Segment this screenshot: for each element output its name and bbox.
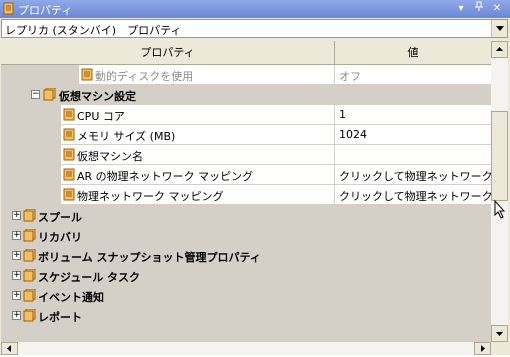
property-icon: [63, 148, 75, 161]
property-value[interactable]: クリックして物理ネットワーク マッピ: [335, 185, 491, 205]
panel-titlebar: プロパティ ▾ ✕: [0, 0, 510, 18]
expand-icon[interactable]: +: [12, 271, 21, 280]
property-grid: プロパティ 値 動的ディスクを使用 オフ − 仮想マシン設定 CPU コア 1: [1, 41, 491, 342]
value-text: 1: [339, 108, 346, 121]
vertical-scrollbar[interactable]: [491, 41, 508, 342]
property-value[interactable]: クリックして物理ネットワーク マッピ: [335, 165, 491, 185]
horizontal-scrollbar[interactable]: [1, 342, 491, 355]
properties-panel: プロパティ ▾ ✕ レプリカ (スタンバイ) プロパティ プロパティ 値 動的デ…: [0, 0, 510, 355]
dropdown-menu-button[interactable]: ▾: [454, 1, 468, 16]
property-row-memory-size[interactable]: メモリ サイズ (MB) 1024: [1, 125, 491, 145]
close-icon[interactable]: ✕: [490, 1, 504, 16]
property-row-network-mapping[interactable]: 物理ネットワーク マッピング クリックして物理ネットワーク マッピ: [1, 185, 491, 205]
property-row-cpu-core[interactable]: CPU コア 1: [1, 105, 491, 125]
expand-icon[interactable]: +: [12, 311, 21, 320]
property-cell: 仮想マシン名: [1, 145, 335, 165]
category-icon: [23, 229, 36, 242]
scroll-down-button[interactable]: [491, 325, 508, 342]
property-value[interactable]: 1: [335, 105, 491, 125]
group-label: レポート: [38, 311, 82, 324]
row-margin: [1, 65, 79, 85]
expand-icon[interactable]: +: [12, 251, 21, 260]
group-label: スケジュール タスク: [38, 271, 141, 284]
group-row-volume-snapshot[interactable]: + ボリューム スナップショット管理プロパティ: [1, 246, 491, 266]
scroll-right-button[interactable]: [474, 342, 491, 355]
property-value[interactable]: 1024: [335, 125, 491, 145]
category-icon: [23, 289, 36, 302]
category-icon: [23, 249, 36, 262]
property-icon: [81, 68, 93, 81]
expand-icon[interactable]: +: [12, 231, 21, 240]
category-icon: [23, 269, 36, 282]
property-label: 仮想マシン名: [77, 150, 143, 163]
row-margin: [1, 185, 61, 205]
panel-title: プロパティ: [18, 4, 73, 17]
group-row-report[interactable]: + レポート: [1, 306, 491, 326]
collapse-icon[interactable]: −: [31, 90, 40, 99]
group-row-scheduled-task[interactable]: + スケジュール タスク: [1, 266, 491, 286]
property-row-vm-name[interactable]: 仮想マシン名: [1, 145, 491, 165]
property-value[interactable]: [335, 145, 491, 165]
scrollbar-corner: [491, 342, 508, 355]
property-icon: [63, 108, 75, 121]
row-margin: [1, 165, 61, 185]
group-label: イベント通知: [38, 291, 104, 304]
chevron-down-icon[interactable]: [491, 20, 507, 37]
group-row-event-notification[interactable]: + イベント通知: [1, 286, 491, 306]
pin-icon[interactable]: [472, 1, 486, 16]
group-label: スプール: [38, 211, 82, 224]
selector-value: レプリカ (スタンバイ) プロパティ: [5, 24, 182, 37]
property-icon: [63, 168, 75, 181]
property-value[interactable]: オフ: [335, 65, 491, 85]
property-cell: AR の物理ネットワーク マッピング: [1, 165, 335, 185]
property-row-dynamic-disk[interactable]: 動的ディスクを使用 オフ: [1, 65, 491, 85]
group-label: リカバリ: [38, 231, 82, 244]
category-icon: [23, 209, 36, 222]
category-row-vm-settings[interactable]: − 仮想マシン設定: [1, 85, 491, 105]
resize-cursor-icon: [494, 200, 506, 219]
property-label: 動的ディスクを使用: [95, 70, 194, 83]
row-margin: [1, 105, 61, 125]
property-icon: [63, 188, 75, 201]
property-icon: [63, 128, 75, 141]
value-text: クリックして物理ネットワーク マッピ: [339, 190, 491, 203]
category-icon: [23, 309, 36, 322]
properties-icon: [3, 2, 14, 15]
property-label: 物理ネットワーク マッピング: [77, 190, 224, 203]
properties-selector[interactable]: レプリカ (スタンバイ) プロパティ: [1, 19, 508, 38]
row-margin: [1, 125, 61, 145]
property-label: AR の物理ネットワーク マッピング: [77, 170, 254, 183]
group-row-recovery[interactable]: + リカバリ: [1, 226, 491, 246]
property-cell: 動的ディスクを使用: [1, 65, 335, 85]
scroll-left-button[interactable]: [1, 342, 18, 355]
property-row-ar-network-mapping[interactable]: AR の物理ネットワーク マッピング クリックして物理ネットワーク マッピ: [1, 165, 491, 185]
row-margin: [1, 145, 61, 165]
property-cell: CPU コア: [1, 105, 335, 125]
scroll-up-button[interactable]: [491, 41, 508, 58]
category-label: 仮想マシン設定: [59, 90, 136, 103]
property-cell: メモリ サイズ (MB): [1, 125, 335, 145]
expand-icon[interactable]: +: [12, 211, 21, 220]
group-label: ボリューム スナップショット管理プロパティ: [38, 251, 261, 264]
category-icon: [43, 88, 56, 101]
column-header-value[interactable]: 値: [335, 41, 491, 65]
property-label: CPU コア: [77, 110, 125, 123]
expand-icon[interactable]: +: [12, 291, 21, 300]
value-text: オフ: [339, 70, 361, 83]
scroll-thumb[interactable]: [491, 111, 508, 201]
property-cell: 物理ネットワーク マッピング: [1, 185, 335, 205]
property-label: メモリ サイズ (MB): [77, 130, 176, 143]
column-header-property[interactable]: プロパティ: [1, 41, 335, 65]
value-text: 1024: [339, 128, 367, 141]
value-text: クリックして物理ネットワーク マッピ: [339, 170, 491, 183]
group-row-spool[interactable]: + スプール: [1, 206, 491, 226]
